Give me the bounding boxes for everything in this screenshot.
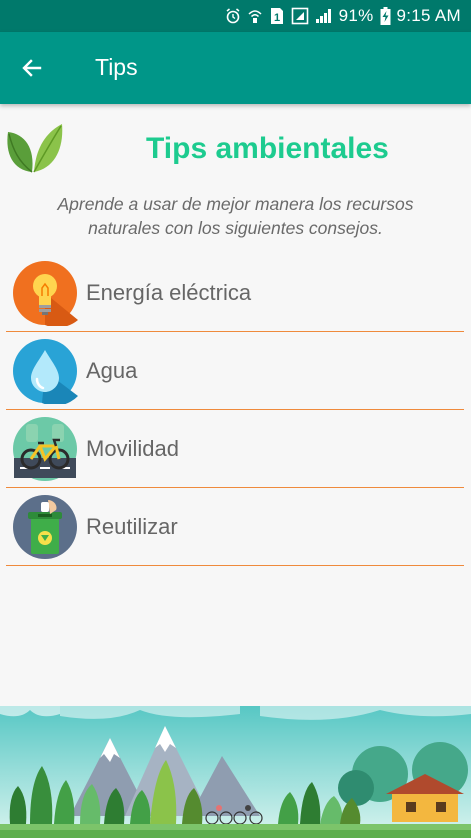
wifi-call-icon <box>248 10 262 23</box>
page-subtitle: Aprende a usar de mejor manera los recur… <box>57 194 414 238</box>
lightbulb-icon <box>13 261 78 326</box>
water-drop-icon <box>13 339 78 404</box>
tip-label: Reutilizar <box>86 514 178 539</box>
tip-label: Energía eléctrica <box>86 280 252 305</box>
signal-icon <box>315 9 331 23</box>
sim-card-icon: 1 <box>270 8 283 24</box>
nfc-icon <box>291 7 308 25</box>
status-icons: 1 91% 9:15 AM <box>225 0 461 32</box>
back-button[interactable] <box>10 46 54 90</box>
app-bar: Tips <box>0 32 471 104</box>
tip-item-movilidad[interactable]: Movilidad <box>6 410 464 488</box>
tip-item-energia[interactable]: Energía eléctrica <box>6 254 464 332</box>
page-title: Tips ambientales <box>146 132 389 165</box>
tip-item-agua[interactable]: Agua <box>6 332 464 410</box>
battery-percent: 91% <box>338 6 374 25</box>
leaf-icon <box>7 124 63 173</box>
bicycle-icon <box>13 417 77 481</box>
tips-list: Energía eléctrica Agua Movilidad Reutili… <box>6 254 464 566</box>
tip-label: Agua <box>86 358 138 383</box>
tip-label: Movilidad <box>86 436 179 461</box>
landscape-illustration <box>0 706 471 838</box>
battery-charging-icon <box>380 7 391 25</box>
svg-text:1: 1 <box>274 12 280 24</box>
app-title: Tips <box>95 54 138 80</box>
recycle-bin-icon <box>13 495 77 559</box>
alarm-icon <box>226 8 240 24</box>
arrow-back-icon <box>22 59 42 77</box>
status-bar: 1 91% 9:15 AM <box>0 0 471 32</box>
status-time: 9:15 AM <box>396 6 461 25</box>
tip-item-reutilizar[interactable]: Reutilizar <box>6 488 464 566</box>
